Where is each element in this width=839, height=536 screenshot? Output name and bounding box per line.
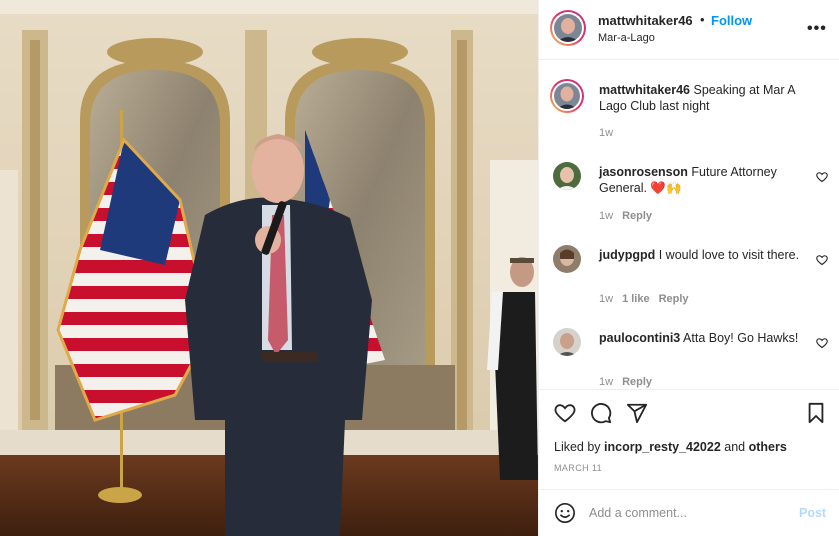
comment-avatar[interactable] <box>553 162 581 190</box>
post-photo[interactable] <box>0 0 538 536</box>
location-link[interactable]: Mar-a-Lago <box>598 32 655 44</box>
comment-username[interactable]: jasonrosenson <box>599 165 688 179</box>
post-date[interactable]: March 11 <box>554 463 602 473</box>
heart-icon[interactable] <box>816 337 828 349</box>
comment-username[interactable]: paulocontini3 <box>599 331 680 345</box>
heart-icon[interactable] <box>816 171 828 183</box>
liked-prefix: Liked by <box>554 440 601 454</box>
author-avatar[interactable] <box>550 10 586 46</box>
liked-and: and <box>724 440 746 454</box>
heart-icon[interactable] <box>816 254 828 266</box>
comment-text: paulocontini3 Atta Boy! Go Hawks! <box>599 330 809 346</box>
like-heart-icon[interactable] <box>554 402 576 424</box>
reply-button[interactable]: Reply <box>659 293 689 305</box>
caption-username[interactable]: mattwhitaker46 <box>599 83 690 97</box>
follow-button[interactable]: Follow <box>711 13 752 28</box>
liked-others[interactable]: others <box>749 440 787 454</box>
caption-time[interactable]: 1w <box>599 127 613 139</box>
caption-text: mattwhitaker46 Speaking at Mar A Lago Cl… <box>599 82 809 114</box>
add-comment-bar: Post <box>539 489 839 536</box>
avatar-image <box>554 83 580 109</box>
comment-username[interactable]: judypgpd <box>599 248 655 262</box>
share-icon[interactable] <box>626 402 648 424</box>
comment-body: I would love to visit there. <box>658 248 800 262</box>
separator-dot: • <box>700 12 705 27</box>
liked-user[interactable]: incorp_resty_42022 <box>604 440 721 454</box>
reply-button[interactable]: Reply <box>622 210 652 222</box>
avatar-image <box>554 14 582 42</box>
reply-button[interactable]: Reply <box>622 376 652 388</box>
post-image <box>0 0 538 536</box>
post-button[interactable]: Post <box>799 506 826 520</box>
post-header: mattwhitaker46 • Follow Mar-a-Lago ••• <box>539 0 839 60</box>
comment-meta: 1w Reply <box>599 210 661 222</box>
comment-time[interactable]: 1w <box>599 210 613 222</box>
post-side-panel: mattwhitaker46 • Follow Mar-a-Lago ••• m… <box>538 0 839 536</box>
likes-summary: Liked by incorp_resty_42022 and others <box>554 440 787 454</box>
caption-avatar[interactable] <box>550 79 584 113</box>
comment-avatar[interactable] <box>553 328 581 356</box>
comment-text: judypgpd I would love to visit there. <box>599 247 809 263</box>
comment-time[interactable]: 1w <box>599 376 613 388</box>
emoji-icon[interactable] <box>554 502 576 524</box>
action-bar: Liked by incorp_resty_42022 and others M… <box>539 389 839 489</box>
comment-text: jasonrosenson Future Attorney General. ❤… <box>599 164 809 196</box>
comment-body: Atta Boy! Go Hawks! <box>683 331 799 345</box>
comment-input[interactable] <box>589 502 779 524</box>
more-icon[interactable]: ••• <box>807 20 827 38</box>
comment-likes[interactable]: 1 like <box>622 293 650 305</box>
author-username[interactable]: mattwhitaker46 <box>598 13 693 28</box>
caption-meta: 1w <box>599 127 622 139</box>
bookmark-icon[interactable] <box>805 402 827 424</box>
comment-meta: 1w Reply <box>599 376 661 388</box>
comment-avatar[interactable] <box>553 245 581 273</box>
comment-time[interactable]: 1w <box>599 293 613 305</box>
comment-icon[interactable] <box>590 402 612 424</box>
comments-list[interactable]: mattwhitaker46 Speaking at Mar A Lago Cl… <box>539 61 839 388</box>
comment-meta: 1w 1 like Reply <box>599 293 698 305</box>
